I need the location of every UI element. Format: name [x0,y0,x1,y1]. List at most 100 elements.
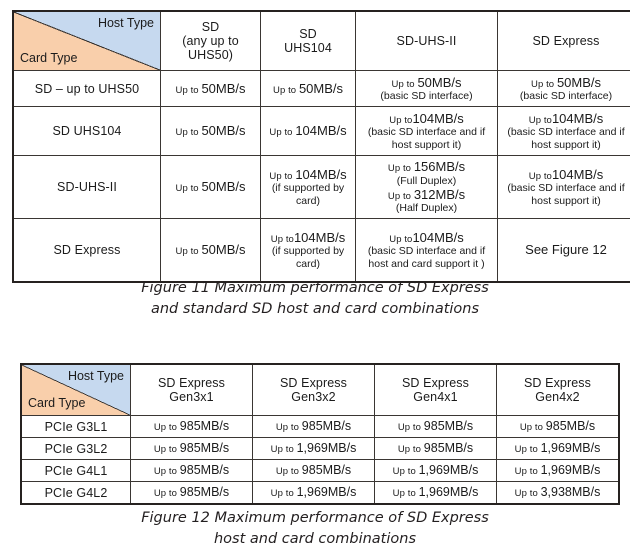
speed-value: 50MB/s [201,123,246,139]
up-to-prefix: Up to [270,233,294,245]
table-cell: Up to 50MB/s [160,155,261,219]
figure-12-row-header: PCIe G3L2 [20,437,131,460]
up-to-prefix: Up to [389,233,413,245]
speed-value: 156MB/s [413,159,466,175]
speed-value: 1,969MB/s [296,484,357,499]
table-cell: Up to104MB/s (basic SD interface and if h… [355,218,498,283]
table-row: PCIe G3L2 Up to 985MB/s Up to 1,969MB/s … [20,437,620,460]
up-to-prefix: Up to [514,465,541,477]
figure-12-column-header: SD Express Gen3x1 [130,363,253,416]
speed-value: 104MB/s [295,166,347,182]
cell-note: (basic SD interface and if host and card… [367,245,486,270]
up-to-prefix: Up to [387,191,414,203]
host-type-label: Host Type [97,16,154,30]
speed-value: 50MB/s [298,80,344,96]
up-to-prefix: Up to [519,421,546,433]
up-to-prefix: Up to [397,443,424,455]
up-to-prefix: Up to [528,114,552,126]
figure-11-column-header: SD-UHS-II [355,10,498,71]
figure-11-row-header: SD-UHS-II [12,155,161,219]
card-type-label: Card Type [20,51,78,65]
up-to-prefix: Up to [389,114,413,126]
table-cell: Up to 50MB/s (basic SD interface) [355,70,498,107]
figure-12-column-header: SD Express Gen4x2 [496,363,620,416]
speed-value: 985MB/s [179,484,230,499]
table-cell: Up to 985MB/s [252,459,375,482]
table-cell: Up to 985MB/s [130,459,253,482]
figure-11-row-header: SD UHS104 [12,106,161,156]
figure-12-row-header: PCIe G4L1 [20,459,131,482]
figure-11-table-body: Host Type Card Type SD (any up to UHS50) S… [12,10,630,283]
figure-12-table-body: Host Type Card Type SD Express Gen3x1 SD … [20,363,620,505]
cell-note: (Half Duplex) [395,202,458,215]
figure-12-table: Host Type Card Type SD Express Gen3x1 SD … [20,363,620,505]
cell-note: (basic SD interface) [519,90,613,103]
up-to-prefix: Up to [270,487,297,499]
speed-value: 985MB/s [423,440,474,455]
speed-value: 1,969MB/s [540,440,601,455]
figure-12-header-row: Host Type Card Type SD Express Gen3x1 SD … [20,363,620,416]
speed-value: 104MB/s [551,110,604,126]
figure-11-column-header: SD UHS104 [260,10,356,71]
speed-value: 50MB/s [556,74,602,90]
up-to-prefix: Up to [269,127,296,139]
table-cell: Up to 985MB/s [252,415,375,438]
table-cell: Up to 985MB/s [130,415,253,438]
up-to-prefix: Up to [391,78,418,90]
up-to-prefix: Up to [153,421,180,433]
table-row: PCIe G4L1 Up to 985MB/s Up to 985MB/s Up… [20,459,620,482]
speed-value: 104MB/s [412,110,464,126]
table-cell: Up to 156MB/s (Full Duplex) Up to 312MB/s(… [355,155,498,219]
table-row: SD UHS104 Up to 50MB/s Up to 104MB/s Up … [12,106,630,156]
up-to-prefix: Up to [270,443,297,455]
table-cell: Up to 104MB/s [260,106,356,156]
figure-11-corner-cell: Host Type Card Type [12,10,161,71]
speed-value: 985MB/s [179,418,230,433]
table-cell: Up to104MB/s (basic SD interface and if h… [497,106,630,156]
figure-12-corner-cell: Host Type Card Type [20,363,131,416]
table-cell: Up to 50MB/s [260,70,356,107]
cell-text: See Figure 12 [525,242,607,258]
up-to-prefix: Up to [514,443,541,455]
figure-11-caption: Figure 11 Maximum performance of SD Expr… [0,278,630,319]
table-cell: Up to 1,969MB/s [496,459,620,482]
speed-value: 3,938MB/s [540,484,601,499]
up-to-prefix: Up to [530,78,557,90]
figure-11-column-header: SD (any up to UHS50) [160,10,261,71]
figure-11-table: Host Type Card Type SD (any up to UHS50) S… [12,10,630,283]
up-to-prefix: Up to [392,465,419,477]
figure-11-caption-line-2: and standard SD host and card combinatio… [150,300,480,317]
speed-value: 104MB/s [293,229,346,245]
table-cell: Up to 50MB/s [160,106,261,156]
cell-note: (if supported by card) [271,182,345,207]
figure-12-caption: Figure 12 Maximum performance of SD Expr… [0,508,630,549]
table-cell: Up to 1,969MB/s [252,481,375,505]
table-cell: Up to 50MB/s (basic SD interface) [497,70,630,107]
figure-12-row-header: PCIe G4L2 [20,481,131,505]
table-cell: Up to 3,938MB/s [496,481,620,505]
figure-12-caption-line-2: host and card combinations [213,530,417,547]
table-cell: Up to104MB/s (basic SD interface and if h… [497,155,630,219]
figure-11-header-row: Host Type Card Type SD (any up to UHS50) S… [12,10,630,71]
host-type-label: Host Type [67,369,124,383]
table-cell: Up to 985MB/s [374,437,497,460]
up-to-prefix: Up to [175,84,202,96]
up-to-prefix: Up to [175,246,202,258]
up-to-prefix: Up to [153,465,180,477]
table-row: PCIe G3L1 Up to 985MB/s Up to 985MB/s Up… [20,415,620,438]
cell-note: (basic SD interface and if host support … [507,182,625,207]
up-to-prefix: Up to [153,443,180,455]
speed-value: 1,969MB/s [418,462,479,477]
table-cell: Up to 50MB/s [160,70,261,107]
up-to-prefix: Up to [153,487,180,499]
speed-value: 1,969MB/s [418,484,479,499]
table-cell: Up to 1,969MB/s [252,437,375,460]
up-to-prefix: Up to [514,487,541,499]
up-to-prefix: Up to [528,170,552,182]
table-cell: Up to104MB/s (basic SD interface and if h… [355,106,498,156]
cell-note: (if supported by card) [271,245,345,270]
table-row: PCIe G4L2 Up to 985MB/s Up to 1,969MB/s … [20,481,620,505]
cell-note: (basic SD interface and if host support … [507,126,625,151]
speed-value: 1,969MB/s [540,462,601,477]
figure-12-column-header: SD Express Gen3x2 [252,363,375,416]
